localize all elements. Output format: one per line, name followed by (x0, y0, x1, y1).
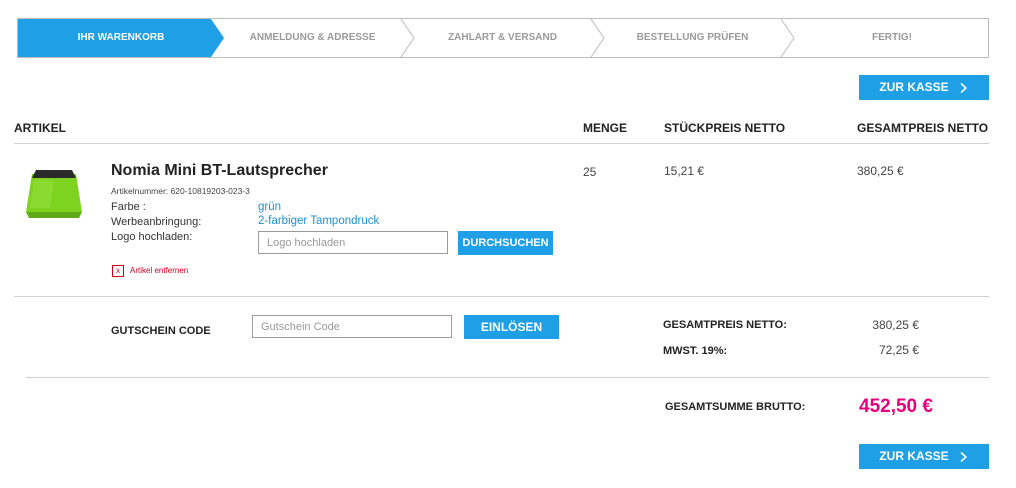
header-total-price: GESAMTPREIS NETTO (857, 121, 989, 135)
net-total-value: 380,25 € (872, 318, 919, 332)
voucher-label: GUTSCHEIN CODE (111, 325, 211, 337)
print-label: Werbeanbringung: (111, 216, 202, 228)
checkout-button-label: ZUR KASSE (879, 80, 949, 94)
remove-item-link[interactable]: x Artikel entfernen (112, 265, 188, 277)
step-login-address[interactable]: ANMELDUNG & ADRESSE (224, 19, 401, 57)
vat-label: MWST. 19%: (663, 345, 728, 357)
step-review-order[interactable]: BESTELLUNG PRÜFEN (604, 19, 781, 57)
product-image (26, 170, 82, 218)
logo-upload-input[interactable] (258, 231, 448, 254)
step-payment-shipping[interactable]: ZAHLART & VERSAND (414, 19, 591, 57)
checkout-stepper: IHR WARENKORB ANMELDUNG & ADRESSE ZAHLAR… (17, 18, 989, 58)
redeem-button[interactable]: EINLÖSEN (464, 315, 559, 339)
item-divider (14, 296, 989, 297)
item-quantity: 25 (583, 165, 597, 179)
browse-button[interactable]: DURCHSUCHEN (458, 231, 553, 255)
net-total-label: GESAMTPREIS NETTO: (663, 319, 787, 331)
gross-total-value: 452,50 € (859, 396, 933, 417)
gross-total-label: GESAMTSUMME BRUTTO: (665, 401, 806, 413)
item-unit-price: 15,21 € (664, 164, 705, 178)
print-value: 2-farbiger Tampondruck (258, 215, 380, 227)
totals-divider (26, 377, 989, 378)
checkout-button-bottom[interactable]: ZUR KASSE (859, 444, 989, 469)
step-cart[interactable]: IHR WARENKORB (18, 19, 224, 57)
header-quantity: MENGE (583, 121, 628, 135)
item-total-price: 380,25 € (857, 164, 904, 178)
product-name[interactable]: Nomia Mini BT-Lautsprecher (111, 162, 328, 180)
chevron-right-icon (960, 82, 967, 93)
step-done[interactable]: FERTIG! (794, 19, 990, 57)
checkout-button-label: ZUR KASSE (879, 449, 949, 463)
color-value: grün (258, 201, 282, 213)
header-divider (14, 143, 989, 144)
remove-item-label: Artikel entfernen (130, 266, 189, 276)
header-unit-price: STÜCKPREIS NETTO (664, 121, 786, 135)
header-article: ARTIKEL (14, 121, 66, 135)
checkout-button-top[interactable]: ZUR KASSE (859, 75, 989, 100)
voucher-input[interactable] (252, 315, 452, 338)
close-icon: x (112, 265, 124, 277)
logo-upload-label: Logo hochladen: (111, 231, 193, 243)
article-number: Artikelnummer: 620-10819203-023-3 (111, 186, 250, 196)
color-label: Farbe : (111, 201, 146, 213)
vat-value: 72,25 € (878, 343, 919, 357)
chevron-right-icon (960, 451, 967, 462)
